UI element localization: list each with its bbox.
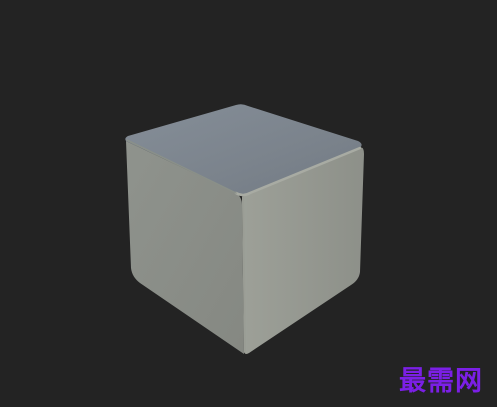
cube-model[interactable] xyxy=(0,0,497,407)
watermark-text: 最需网 xyxy=(399,366,483,397)
3d-viewport[interactable]: 最需网 xyxy=(0,0,497,407)
